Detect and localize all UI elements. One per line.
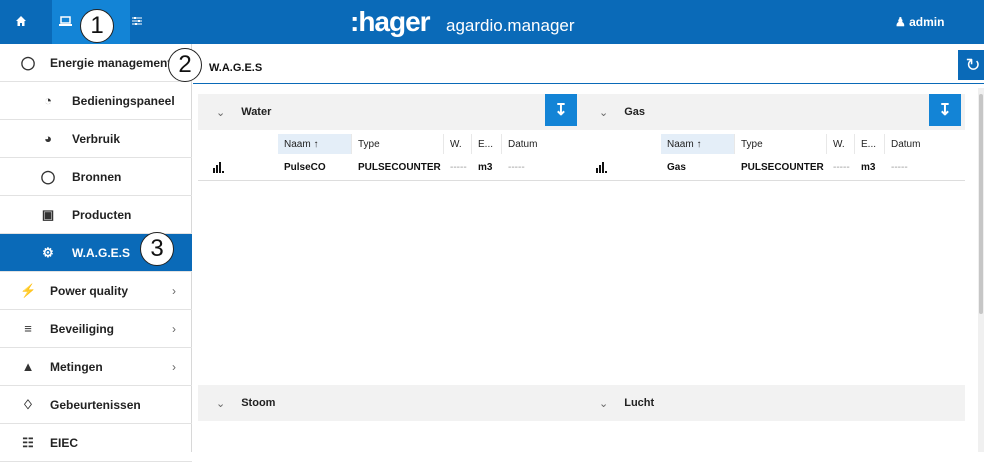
sidebar-item-metingen[interactable]: ▲ Metingen › [0, 348, 192, 386]
sidebar-item-label: Bronnen [72, 169, 122, 184]
callout-2: 2 [168, 48, 202, 82]
cell-naam: PulseCO [284, 161, 326, 173]
home-icon[interactable] [12, 12, 30, 30]
plug-icon: ⚡ [20, 282, 37, 298]
area-chart-icon: ▲ [21, 359, 35, 374]
column-header-e[interactable]: E... [472, 134, 502, 154]
column-header-type[interactable]: Type [352, 134, 444, 154]
chevron-down-icon[interactable]: ⌄ [216, 106, 225, 119]
column-header-datum[interactable]: Datum [502, 134, 581, 154]
sidebar-item-eiec[interactable]: ☷ EIEC [0, 424, 192, 462]
bell-icon: ♢ [22, 396, 34, 412]
sidebar-item-label: Bedieningspaneel [72, 93, 175, 108]
chevron-right-icon: › [172, 321, 176, 336]
sidebar-item-label: Gebeurtenissen [50, 397, 141, 412]
user-icon: ♟ [895, 15, 906, 29]
signal-icon [206, 156, 246, 178]
sliders-icon: ≡ [24, 321, 32, 336]
sidebar-item-beveiliging[interactable]: ≡ Beveiliging › [0, 310, 192, 348]
refresh-button[interactable]: ↻ [958, 50, 984, 80]
sidebar-item-label: Producten [72, 207, 132, 222]
download-icon: ↧ [938, 102, 952, 119]
panel-title: Water [241, 106, 272, 118]
scrollbar-thumb[interactable] [979, 94, 983, 314]
chevron-right-icon: › [172, 283, 176, 298]
refresh-icon: ↻ [965, 54, 981, 75]
top-bar: :hager agardio.manager ♟ admin [0, 0, 984, 44]
column-header-type[interactable]: Type [735, 134, 827, 154]
signal-icon [589, 156, 629, 178]
user-name: admin [909, 15, 945, 29]
panel-header-lucht[interactable]: ⌄ Lucht [581, 385, 965, 421]
breadcrumb: W.A.G.E.S [193, 44, 984, 84]
sidebar-item-label: W.A.G.E.S [72, 245, 131, 260]
row-divider [581, 180, 965, 181]
callout-3: 3 [140, 232, 174, 266]
brand-logo: :hager [350, 6, 431, 37]
user-menu[interactable]: ♟ admin [895, 15, 944, 29]
sidebar-item-label: Verbruik [72, 131, 121, 146]
column-header-naam[interactable]: Naam ↑ [278, 134, 352, 154]
cell-type: PULSECOUNTER [741, 161, 824, 173]
column-header-e[interactable]: E... [855, 134, 885, 154]
chevron-down-icon[interactable]: ⌄ [599, 397, 608, 410]
sidebar-item-producten[interactable]: ▣ Producten [0, 196, 192, 234]
sidebar-item-verbruik[interactable]: ◕ Verbruik [0, 120, 192, 158]
column-header-w[interactable]: W. [444, 134, 472, 154]
download-button[interactable]: ↧ [545, 94, 577, 126]
cell-w: ----- [833, 161, 850, 173]
sidebar-item-bronnen[interactable]: ◯ Bronnen [0, 158, 192, 196]
panel-title: Gas [624, 106, 646, 118]
chevron-right-icon: › [172, 359, 176, 374]
sidebar-item-label: Energie management [50, 55, 172, 70]
gears-icon: ⚙ [42, 244, 54, 260]
sidebar-item-power-quality[interactable]: ⚡ Power quality › [0, 272, 192, 310]
row-divider [198, 180, 581, 181]
panel-header-water[interactable]: ⌄ Water ↧ [198, 94, 581, 130]
download-icon: ↧ [554, 102, 568, 119]
column-header-naam[interactable]: Naam ↑ [661, 134, 735, 154]
panel-title: Lucht [624, 397, 655, 409]
panel-header-gas[interactable]: ⌄ Gas ↧ [581, 94, 965, 130]
sidebar-item-bedieningspaneel[interactable]: ◔ Bedieningspaneel [0, 82, 192, 120]
breadcrumb-current: W.A.G.E.S [209, 62, 263, 74]
cell-e: m3 [861, 161, 876, 173]
chevron-down-icon[interactable]: ⌄ [216, 397, 225, 410]
sidebar-item-label: Beveiliging [50, 321, 115, 336]
chevron-down-icon[interactable]: ⌄ [599, 106, 608, 119]
callout-1: 1 [80, 9, 114, 43]
gauge-icon: ◕ [44, 131, 52, 146]
column-header-w[interactable]: W. [827, 134, 855, 154]
table-gas: Naam ↑ Type W. E... Datum Gas PULSECOUNT… [581, 134, 965, 182]
pie-chart-icon: ◔ [44, 93, 52, 108]
box-icon: ▣ [41, 206, 55, 222]
cell-datum: ----- [508, 161, 525, 173]
sidebar-item-label: EIEC [50, 435, 79, 450]
sidebar-item-energie-management[interactable]: ◯ Energie management [0, 44, 192, 82]
sidebar-item-label: Metingen [50, 359, 103, 374]
download-button[interactable]: ↧ [929, 94, 961, 126]
sitemap-icon: ☷ [22, 434, 34, 450]
cell-naam: Gas [667, 161, 686, 173]
panel-header-stoom[interactable]: ⌄ Stoom [198, 385, 581, 421]
sidebar-item-gebeurtenissen[interactable]: ♢ Gebeurtenissen [0, 386, 192, 424]
sidebar-item-label: Power quality [50, 283, 129, 298]
product-name: agardio.manager [446, 16, 575, 35]
cell-datum: ----- [891, 161, 908, 173]
lightbulb-icon: ◯ [40, 168, 56, 184]
table-water: Naam ↑ Type W. E... Datum PulseCO PULSEC… [198, 134, 581, 182]
lightbulb-icon: ◯ [20, 54, 36, 70]
sliders-icon[interactable] [128, 12, 146, 30]
main-content: ⌄ Water ↧ Naam ↑ Type W. E... Datum Puls… [193, 85, 984, 452]
panel-title: Stoom [241, 397, 276, 409]
cell-e: m3 [478, 161, 493, 173]
monitor-icon[interactable] [56, 12, 74, 30]
column-header-datum[interactable]: Datum [885, 134, 965, 154]
cell-w: ----- [450, 161, 467, 173]
cell-type: PULSECOUNTER [358, 161, 441, 173]
